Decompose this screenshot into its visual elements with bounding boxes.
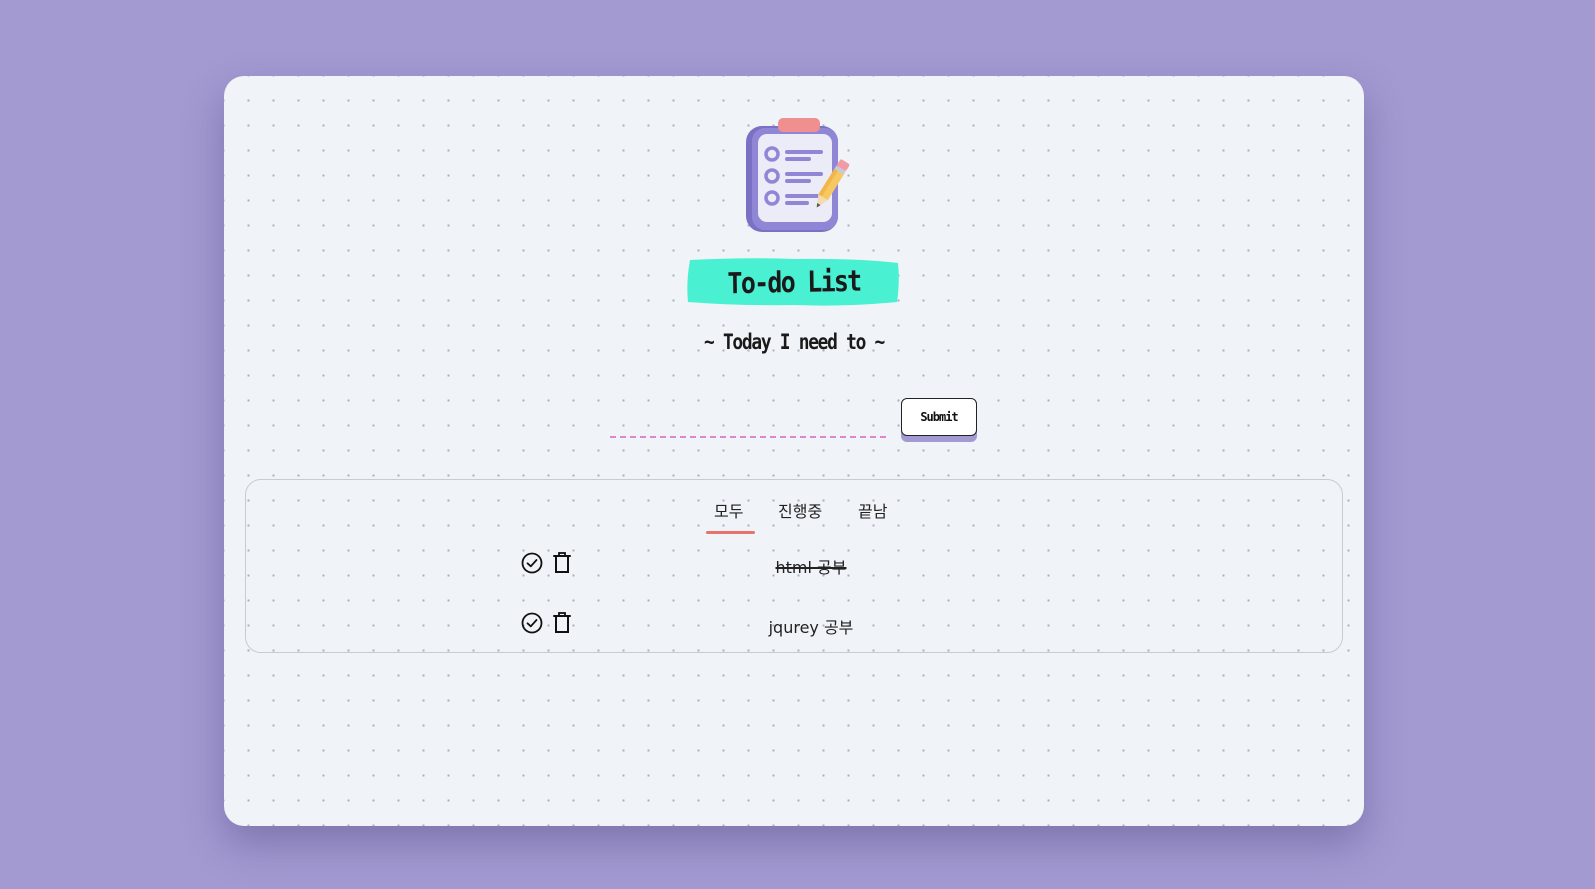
tab-active-indicator [706, 531, 755, 534]
todo-card: To-do List ~ Today I need to ~ Submit 모두… [224, 76, 1364, 826]
tab-in-progress[interactable]: 진행중 [778, 498, 822, 522]
task-list-panel: 모두 진행중 끝남 html 공부 jqurey 공부 [245, 479, 1343, 653]
check-circle-icon[interactable] [520, 611, 544, 635]
task-actions [520, 551, 576, 577]
task-row: jqurey 공부 [246, 606, 1342, 642]
page-title: To-do List [727, 263, 861, 301]
clipboard-logo-icon [746, 118, 850, 232]
filter-tabs: 모두 진행중 끝남 [706, 494, 916, 538]
task-actions [520, 611, 576, 637]
todo-input[interactable] [610, 406, 886, 438]
check-circle-icon[interactable] [520, 551, 544, 575]
task-text: html 공부 [775, 558, 847, 577]
trash-icon[interactable] [550, 611, 574, 635]
submit-button[interactable]: Submit [901, 398, 977, 436]
tab-all[interactable]: 모두 [714, 498, 743, 522]
trash-icon[interactable] [550, 551, 574, 575]
tab-done[interactable]: 끝남 [858, 498, 887, 522]
task-text: jqurey 공부 [768, 618, 854, 637]
task-row: html 공부 [246, 546, 1342, 582]
title-banner: To-do List [686, 256, 902, 308]
page-subtitle: ~ Today I need to ~ [704, 330, 885, 354]
